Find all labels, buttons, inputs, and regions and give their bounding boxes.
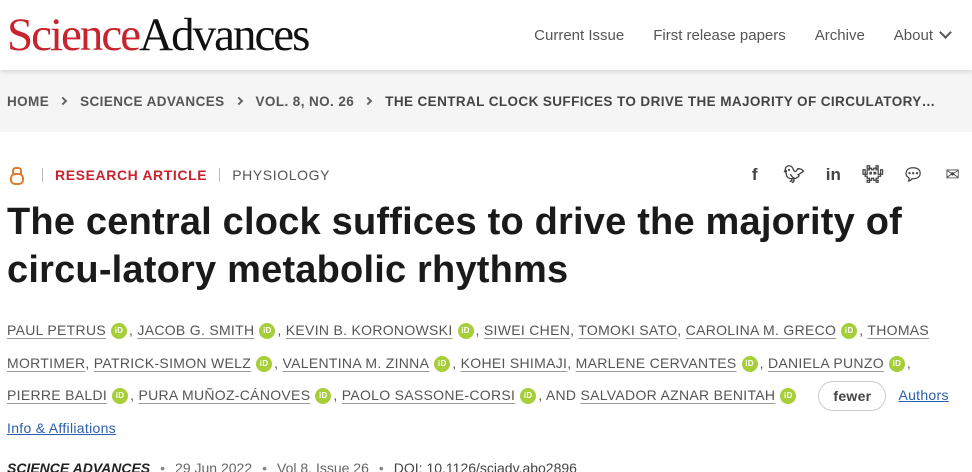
article-subject[interactable]: PHYSIOLOGY — [232, 167, 330, 183]
site-logo[interactable]: Science Advances — [7, 8, 310, 61]
nav-archive[interactable]: Archive — [815, 27, 865, 44]
reddit-icon[interactable]: 👾︎ — [862, 165, 884, 185]
author-name[interactable]: JACOB G. SMITH — [137, 322, 254, 338]
nav-about[interactable]: About — [893, 26, 952, 44]
orcid-icon[interactable]: iD — [256, 355, 273, 372]
open-access-icon — [10, 167, 24, 185]
breadcrumb-journal[interactable]: SCIENCE ADVANCES — [80, 94, 224, 109]
chevron-right-icon — [363, 96, 373, 106]
orcid-icon[interactable]: iD — [780, 388, 797, 405]
journal-name[interactable]: SCIENCE ADVANCES — [7, 460, 150, 472]
share-bar: f 🐦︎ in 👾︎ 💬︎ ✉︎ — [745, 165, 962, 185]
article-header: RESEARCH ARTICLE PHYSIOLOGY f 🐦︎ in 👾︎ 💬… — [0, 162, 972, 472]
orcid-icon[interactable]: iD — [259, 323, 276, 340]
author-name[interactable]: KOHEI SHIMAJI — [461, 355, 568, 371]
facebook-icon[interactable]: f — [745, 165, 764, 185]
orcid-icon[interactable]: iD — [741, 355, 758, 372]
breadcrumb-current: THE CENTRAL CLOCK SUFFICES TO DRIVE THE … — [385, 93, 936, 109]
article-meta-row: RESEARCH ARTICLE PHYSIOLOGY f 🐦︎ in 👾︎ 💬… — [7, 162, 965, 188]
nav-first-release[interactable]: First release papers — [653, 27, 786, 44]
fewer-authors-button[interactable]: fewer — [818, 381, 887, 412]
orcid-icon[interactable]: iD — [315, 388, 332, 405]
orcid-icon[interactable]: iD — [112, 388, 129, 405]
publication-info: SCIENCE ADVANCES • 29 Jun 2022 • Vol 8, … — [7, 460, 965, 472]
email-icon[interactable]: ✉︎ — [943, 165, 962, 185]
author-name[interactable]: KEVIN B. KORONOWSKI — [286, 322, 453, 338]
chevron-down-icon — [939, 26, 952, 39]
breadcrumb-home[interactable]: HOME — [7, 94, 49, 109]
orcid-icon[interactable]: iD — [457, 323, 474, 340]
volume-issue: Vol 8, Issue 26 — [277, 460, 369, 472]
author-list: PAUL PETRUS iD, JACOB G. SMITH iD, KEVIN B… — [7, 322, 949, 436]
author-name[interactable]: DANIELA PUNZO — [768, 355, 884, 371]
author-name[interactable]: CAROLINA M. GRECO — [686, 322, 837, 338]
author-name[interactable]: MARLENE CERVANTES — [576, 355, 737, 371]
logo-science: Science — [7, 8, 141, 61]
author-name[interactable]: PAUL PETRUS — [7, 322, 106, 338]
publication-date: 29 Jun 2022 — [175, 460, 253, 472]
author-name[interactable]: PATRICK-SIMON WELZ — [94, 355, 251, 371]
orcid-icon[interactable]: iD — [841, 323, 858, 340]
separator-dot: • — [262, 460, 268, 472]
orcid-icon[interactable]: iD — [888, 355, 905, 372]
author-name[interactable]: PURA MUÑOZ-CÁNOVES — [138, 387, 310, 403]
logo-advances: Advances — [139, 8, 310, 61]
main-nav: Current Issue First release papers Archi… — [534, 26, 952, 44]
divider — [42, 168, 43, 182]
article-type[interactable]: RESEARCH ARTICLE — [55, 167, 207, 183]
breadcrumb: HOME SCIENCE ADVANCES VOL. 8, NO. 26 THE… — [0, 70, 972, 132]
author-name[interactable]: VALENTINA M. ZINNA — [283, 355, 430, 371]
doi-link[interactable]: DOI: 10.1126/sciadv.abo2896 — [394, 460, 577, 472]
author-name[interactable]: PAOLO SASSONE-CORSI — [342, 387, 515, 403]
chevron-right-icon — [58, 96, 68, 106]
separator-dot: • — [378, 460, 384, 472]
site-header: Science Advances Current Issue First rele… — [0, 0, 972, 70]
linkedin-icon[interactable]: in — [824, 165, 843, 185]
author-and-text: , AND — [538, 387, 581, 403]
breadcrumb-issue[interactable]: VOL. 8, NO. 26 — [256, 94, 355, 109]
orcid-icon[interactable]: iD — [434, 355, 451, 372]
nav-current-issue[interactable]: Current Issue — [534, 27, 624, 44]
divider — [219, 168, 221, 182]
wechat-icon[interactable]: 💬︎ — [902, 165, 924, 185]
separator-dot: • — [160, 460, 166, 472]
author-name[interactable]: SALVADOR AZNAR BENITAH — [580, 387, 775, 403]
nav-about-label: About — [893, 26, 933, 44]
author-name[interactable]: PIERRE BALDI — [7, 387, 107, 403]
twitter-icon[interactable]: 🐦︎ — [783, 165, 805, 185]
article-tags: RESEARCH ARTICLE PHYSIOLOGY — [7, 167, 330, 185]
chevron-right-icon — [234, 96, 243, 106]
author-name[interactable]: SIWEI CHEN — [484, 322, 570, 338]
orcid-icon[interactable]: iD — [520, 388, 537, 405]
author-name[interactable]: TOMOKI SATO — [578, 322, 677, 338]
orcid-icon[interactable]: iD — [111, 323, 127, 340]
article-title: The central clock suffices to drive the … — [7, 201, 902, 291]
